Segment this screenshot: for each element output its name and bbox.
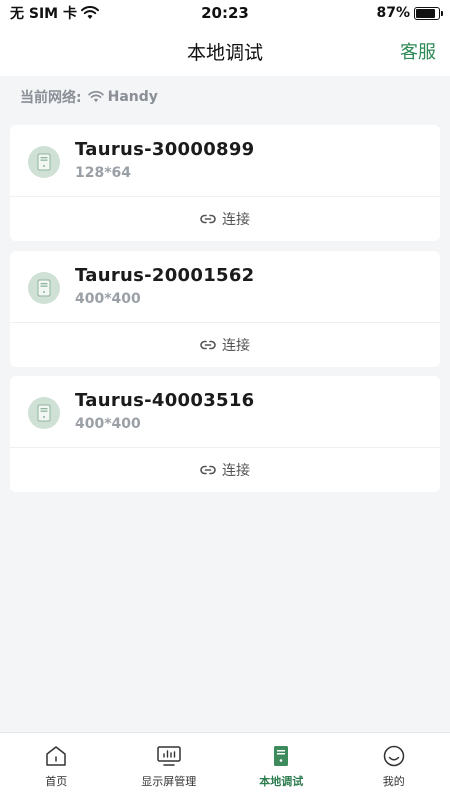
nav-bar: 本地调试 客服 [0,26,450,76]
tab-local-debug[interactable]: 本地调试 [225,733,338,800]
local-debug-icon [274,746,289,766]
device-name: Taurus-30000899 [75,139,255,160]
device-card: Taurus-30000899 128*64 连接 [10,125,440,241]
connect-button[interactable]: 连接 [10,448,440,492]
battery-icon [414,6,443,20]
link-icon [200,214,216,224]
device-resolution: 400*400 [75,416,141,432]
connect-button[interactable]: 连接 [10,197,440,241]
device-info[interactable]: Taurus-40003516 400*400 [10,376,440,448]
battery-fill [416,8,436,18]
display-icon [157,746,181,766]
tab-label: 我的 [382,775,405,788]
customer-service-button[interactable]: 客服 [400,38,436,64]
current-network-row: 当前网络: Handy [0,76,450,118]
tab-home[interactable]: 首页 [0,733,113,800]
status-right: 87% [376,5,443,21]
device-info[interactable]: Taurus-20001562 400*400 [10,251,440,323]
network-label: 当前网络: [20,90,82,106]
wifi-icon [80,6,99,19]
device-resolution: 400*400 [75,291,141,307]
bottom-tab-bar: 首页 显示屏管理 本地调试 我的 [0,732,450,800]
device-name: Taurus-40003516 [75,390,255,411]
device-info[interactable]: Taurus-30000899 128*64 [10,125,440,197]
tab-label: 显示屏管理 [141,775,197,788]
status-bar: 无 SIM 卡 20:23 87% [0,0,450,26]
device-name: Taurus-20001562 [75,265,255,286]
device-icon [28,272,60,304]
battery-percent: 87% [376,5,410,21]
profile-icon [383,745,404,767]
connect-button[interactable]: 连接 [10,323,440,367]
device-card: Taurus-20001562 400*400 连接 [10,251,440,367]
tab-display-management[interactable]: 显示屏管理 [113,733,226,800]
wifi-icon [87,91,104,103]
network-ssid: Handy [107,89,158,105]
device-card: Taurus-40003516 400*400 连接 [10,376,440,492]
link-icon [200,465,216,475]
tab-label: 本地调试 [259,775,304,788]
tab-profile[interactable]: 我的 [338,733,450,800]
home-icon [46,746,66,766]
link-icon [200,340,216,350]
tab-label: 首页 [45,775,68,788]
connect-label: 连接 [222,212,250,228]
connect-label: 连接 [222,463,250,479]
status-left: 无 SIM 卡 [10,3,99,23]
carrier-label: 无 SIM 卡 [10,6,77,22]
page-title: 本地调试 [186,41,263,64]
connect-label: 连接 [222,338,250,354]
device-resolution: 128*64 [75,165,132,181]
device-icon [28,397,60,429]
device-icon [28,146,60,178]
